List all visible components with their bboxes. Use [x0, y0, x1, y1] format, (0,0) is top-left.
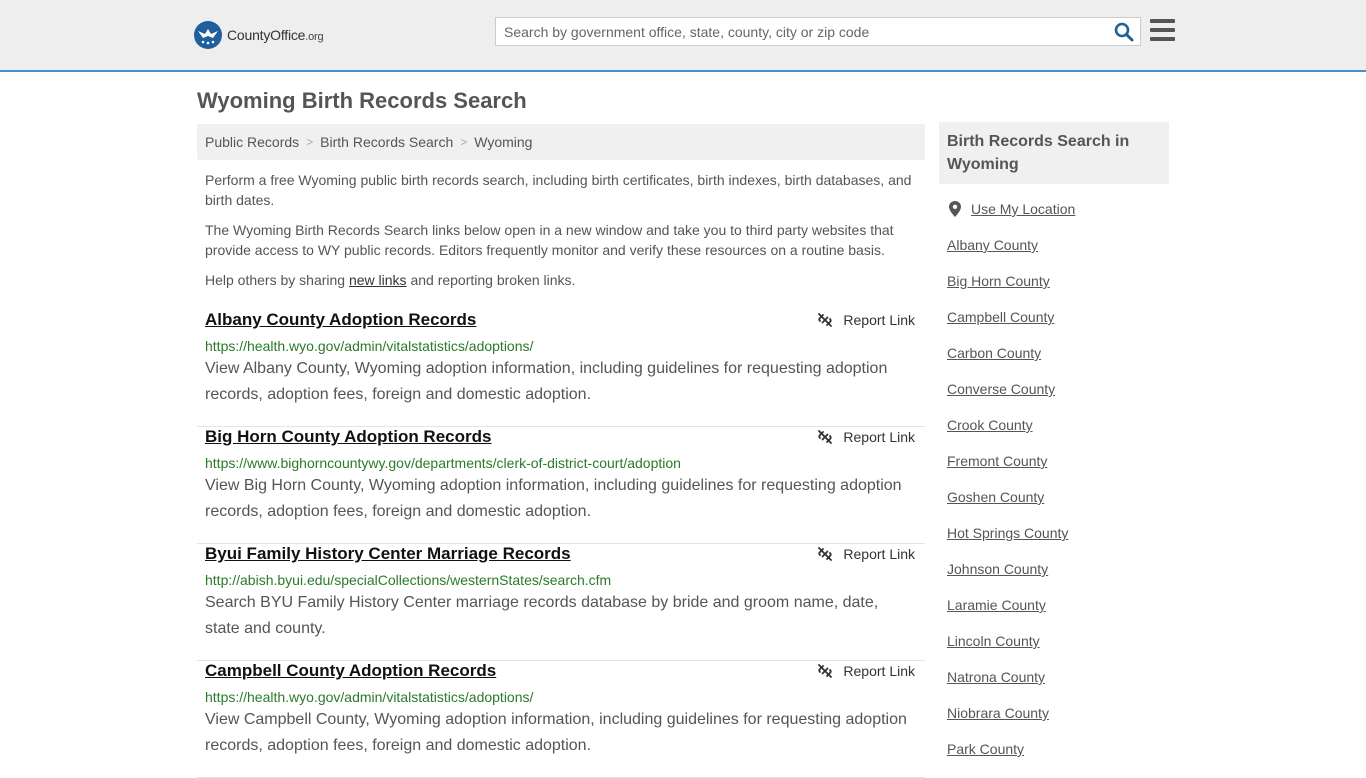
search-input[interactable] [496, 18, 1096, 45]
report-link-label: Report Link [843, 429, 915, 445]
sidebar-item-big-horn-county[interactable]: Big Horn County [947, 273, 1068, 309]
chevron-right-icon: > [306, 135, 314, 149]
record-url: https://health.wyo.gov/admin/vitalstatis… [205, 689, 534, 705]
report-link-label: Report Link [843, 663, 915, 679]
record-url: http://abish.byui.edu/specialCollections… [205, 572, 612, 588]
sidebar-heading: Birth Records Search in Wyoming [939, 122, 1169, 184]
county-list: Albany County Big Horn County Campbell C… [947, 237, 1068, 777]
record-item: Albany County Adoption Records Report Li… [197, 310, 925, 427]
intro-help-text-end: and reporting broken links. [406, 272, 576, 288]
intro-paragraph-1: Perform a free Wyoming public birth reco… [205, 172, 912, 208]
breadcrumb-birth-records-search[interactable]: Birth Records Search [320, 134, 453, 150]
report-link-button[interactable]: Report Link [817, 312, 915, 328]
new-links-link[interactable]: new links [349, 272, 407, 288]
search-box [495, 17, 1141, 46]
record-item: Byui Family History Center Marriage Reco… [197, 544, 925, 661]
sidebar-item-converse-county[interactable]: Converse County [947, 381, 1068, 417]
sidebar-item-laramie-county[interactable]: Laramie County [947, 597, 1068, 633]
chevron-right-icon: > [460, 135, 468, 149]
intro-paragraph-2: The Wyoming Birth Records Search links b… [205, 222, 894, 258]
sidebar-item-natrona-county[interactable]: Natrona County [947, 669, 1068, 705]
sidebar-item-albany-county[interactable]: Albany County [947, 237, 1068, 273]
eagle-logo-icon [194, 21, 222, 49]
logo-text: CountyOffice.org [227, 27, 324, 43]
search-icon[interactable] [1114, 22, 1134, 42]
use-my-location-link[interactable]: Use My Location [947, 201, 1075, 217]
broken-link-icon [818, 313, 833, 327]
sidebar-item-hot-springs-county[interactable]: Hot Springs County [947, 525, 1068, 561]
logo-main: CountyOffice [227, 27, 306, 43]
breadcrumb-wyoming[interactable]: Wyoming [474, 134, 532, 150]
sidebar-item-goshen-county[interactable]: Goshen County [947, 489, 1068, 525]
sidebar-item-fremont-county[interactable]: Fremont County [947, 453, 1068, 489]
sidebar-item-carbon-county[interactable]: Carbon County [947, 345, 1068, 381]
site-header: CountyOffice.org [0, 0, 1366, 72]
report-link-button[interactable]: Report Link [817, 546, 915, 562]
sidebar-item-lincoln-county[interactable]: Lincoln County [947, 633, 1068, 669]
intro-help-text: Help others by sharing [205, 272, 349, 288]
report-link-button[interactable]: Report Link [817, 663, 915, 679]
sidebar-item-crook-county[interactable]: Crook County [947, 417, 1068, 453]
record-item: Big Horn County Adoption Records Report … [197, 427, 925, 544]
site-logo[interactable]: CountyOffice.org [194, 20, 324, 50]
record-title-link[interactable]: Big Horn County Adoption Records [205, 427, 491, 447]
sidebar-item-campbell-county[interactable]: Campbell County [947, 309, 1068, 345]
report-link-label: Report Link [843, 546, 915, 562]
record-title-link[interactable]: Albany County Adoption Records [205, 310, 476, 330]
sidebar-item-park-county[interactable]: Park County [947, 741, 1068, 777]
report-link-button[interactable]: Report Link [817, 429, 915, 445]
logo-suffix: .org [305, 31, 324, 43]
breadcrumb-public-records[interactable]: Public Records [205, 134, 299, 150]
sidebar-item-johnson-county[interactable]: Johnson County [947, 561, 1068, 597]
broken-link-icon [818, 664, 833, 678]
report-link-label: Report Link [843, 312, 915, 328]
menu-icon[interactable] [1150, 19, 1175, 41]
record-item: Campbell County Adoption Records Report … [197, 661, 925, 778]
broken-link-icon [818, 547, 833, 561]
map-pin-icon [949, 201, 961, 217]
record-description: View Albany County, Wyoming adoption inf… [205, 360, 888, 403]
record-url: https://www.bighorncountywy.gov/departme… [205, 455, 681, 471]
page-title: Wyoming Birth Records Search [197, 88, 527, 113]
sidebar-item-niobrara-county[interactable]: Niobrara County [947, 705, 1068, 741]
broken-link-icon [818, 430, 833, 444]
record-description: Search BYU Family History Center marriag… [205, 594, 879, 637]
intro-paragraph-3: Help others by sharing new links and rep… [205, 270, 920, 290]
record-title-link[interactable]: Campbell County Adoption Records [205, 661, 496, 681]
use-my-location-label: Use My Location [971, 201, 1076, 217]
record-description: View Big Horn County, Wyoming adoption i… [205, 477, 902, 520]
breadcrumb: Public Records > Birth Records Search > … [197, 124, 925, 160]
record-url: https://health.wyo.gov/admin/vitalstatis… [205, 338, 534, 354]
record-description: View Campbell County, Wyoming adoption i… [205, 711, 907, 754]
record-title-link[interactable]: Byui Family History Center Marriage Reco… [205, 544, 571, 564]
